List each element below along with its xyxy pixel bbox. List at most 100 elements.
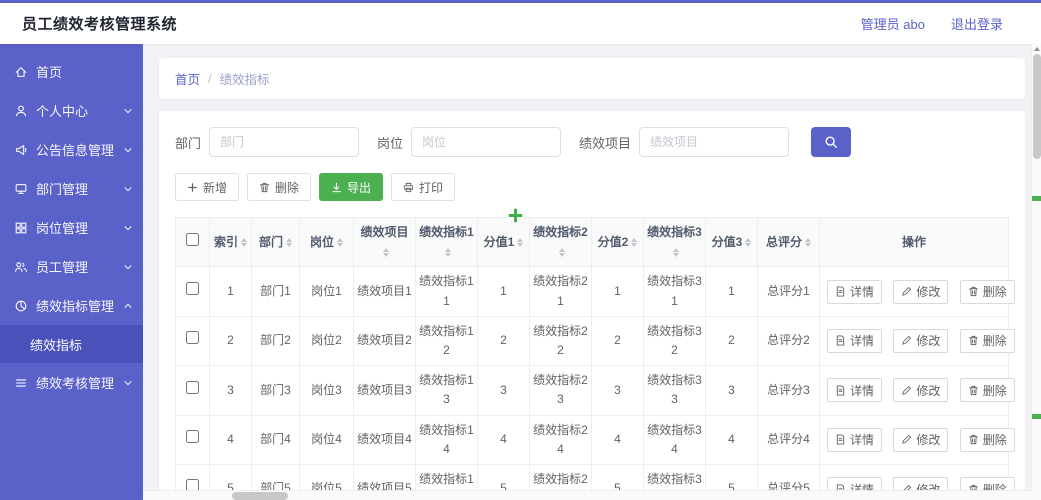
cell-indicator3: 绩效指标34 xyxy=(643,414,706,465)
select-all-checkbox[interactable] xyxy=(186,232,199,246)
row-checkbox[interactable] xyxy=(186,430,199,444)
detail-button[interactable]: 详情 xyxy=(827,279,883,304)
sidebar-item-performance-indicators[interactable]: 绩效指标管理 xyxy=(0,286,143,325)
sort-icon[interactable] xyxy=(745,237,752,247)
sidebar-item-employees[interactable]: 员工管理 xyxy=(0,247,143,286)
delete-button[interactable]: 删除 xyxy=(247,173,312,201)
home-icon xyxy=(15,66,27,77)
header-user[interactable]: 管理员 abo xyxy=(861,14,925,33)
breadcrumb-home[interactable]: 首页 xyxy=(175,69,200,88)
chart-icon xyxy=(15,300,27,311)
cell-post: 岗位3 xyxy=(299,365,354,416)
header-label: 绩效项目 xyxy=(360,225,409,239)
pencil-icon xyxy=(902,286,912,296)
detail-button[interactable]: 详情 xyxy=(827,378,883,403)
sidebar-item-label: 首页 xyxy=(36,65,63,80)
cell-dept: 部门1 xyxy=(251,266,300,317)
sort-icon[interactable] xyxy=(383,247,389,257)
cell-score2: 2 xyxy=(591,315,644,367)
sort-icon[interactable] xyxy=(805,237,811,247)
header-project: 绩效项目 xyxy=(353,216,416,268)
header-index: 索引 xyxy=(209,216,252,268)
chevron-up-icon xyxy=(124,303,132,308)
row-checkbox[interactable] xyxy=(186,380,199,394)
sort-icon[interactable] xyxy=(673,247,679,257)
print-button-label: 打印 xyxy=(419,180,444,195)
logout-link[interactable]: 退出登录 xyxy=(951,14,1003,33)
sidebar-item-performance-assessment[interactable]: 绩效考核管理 xyxy=(0,363,143,402)
sort-icon[interactable] xyxy=(559,247,565,257)
cell-score3: 1 xyxy=(705,266,758,317)
project-input[interactable] xyxy=(639,127,790,157)
edit-button[interactable]: 修改 xyxy=(893,328,949,353)
cell-score2: 1 xyxy=(591,266,644,317)
sidebar-item-positions[interactable]: 岗位管理 xyxy=(0,208,143,247)
sidebar-item-label: 个人中心 xyxy=(36,104,89,119)
edit-button[interactable]: 修改 xyxy=(893,427,949,452)
header-indicator2: 绩效指标2 xyxy=(529,216,592,268)
delete-row-button[interactable]: 删除 xyxy=(959,427,1015,452)
breadcrumb-current: 绩效指标 xyxy=(219,73,270,87)
checkbox-cell xyxy=(175,365,210,416)
vertical-scroll-thumb[interactable] xyxy=(1033,54,1041,159)
row-checkbox[interactable] xyxy=(186,331,199,345)
actions-cell: 详情 修改 删除 xyxy=(819,266,1015,317)
cell-project: 绩效项目2 xyxy=(353,315,416,367)
print-button[interactable]: 打印 xyxy=(391,173,456,201)
header-post: 岗位 xyxy=(299,216,354,268)
search-button[interactable] xyxy=(811,127,852,157)
header-actions: 操作 xyxy=(819,216,1009,268)
sidebar-item-announcements[interactable]: 公告信息管理 xyxy=(0,130,143,169)
sort-icon[interactable] xyxy=(286,237,292,247)
trash-icon xyxy=(259,182,270,192)
app-header: 员工绩效考核管理系统 管理员 abo 退出登录 xyxy=(0,3,1041,44)
trash-icon xyxy=(969,385,978,395)
sort-icon[interactable] xyxy=(631,237,638,247)
add-button[interactable]: 新增 xyxy=(175,173,240,201)
breadcrumb: 首页 / 绩效指标 xyxy=(159,58,1025,99)
sidebar-item-home[interactable]: 首页 xyxy=(0,52,143,91)
post-input[interactable] xyxy=(411,127,562,157)
header-score3: 分值3 xyxy=(705,216,758,268)
sort-icon[interactable] xyxy=(337,237,343,247)
horizontal-scroll-thumb[interactable] xyxy=(232,492,288,500)
row-checkbox[interactable] xyxy=(186,281,199,295)
sidebar-subitem-performance-indicator[interactable]: 绩效指标 xyxy=(0,325,143,363)
pencil-icon xyxy=(902,336,912,346)
dept-input[interactable] xyxy=(209,127,360,157)
department-icon xyxy=(15,183,27,194)
cell-score2: 4 xyxy=(591,414,644,465)
delete-row-button[interactable]: 删除 xyxy=(959,378,1015,403)
edit-button[interactable]: 修改 xyxy=(893,378,949,403)
cell-score3: 3 xyxy=(705,365,758,416)
detail-button[interactable]: 详情 xyxy=(827,328,883,353)
detail-button[interactable]: 详情 xyxy=(827,427,883,452)
cell-indicator1: 绩效指标11 xyxy=(415,266,478,317)
scroll-up-arrow-icon[interactable] xyxy=(1034,47,1040,51)
detail-button-label: 详情 xyxy=(850,433,875,448)
sidebar-item-departments[interactable]: 部门管理 xyxy=(0,169,143,208)
edit-button[interactable]: 修改 xyxy=(893,279,949,304)
document-icon xyxy=(836,434,845,445)
delete-row-button[interactable]: 删除 xyxy=(959,279,1015,304)
cell-score1: 2 xyxy=(477,315,530,367)
sort-icon[interactable] xyxy=(241,237,247,247)
export-button[interactable]: 导出 xyxy=(319,173,384,201)
cell-index: 4 xyxy=(209,414,252,465)
trash-icon xyxy=(969,435,978,445)
sort-icon[interactable] xyxy=(517,237,524,247)
cell-score1: 1 xyxy=(477,266,530,317)
horizontal-scrollbar[interactable] xyxy=(143,490,1031,500)
sidebar-item-profile[interactable]: 个人中心 xyxy=(0,91,143,130)
vertical-scrollbar[interactable] xyxy=(1031,44,1041,500)
header-label: 分值1 xyxy=(483,234,515,249)
table-row: 4 部门4 岗位4 绩效项目4 绩效指标14 4 绩效指标24 4 绩效指标34… xyxy=(175,414,1015,465)
sidebar-item-label: 公告信息管理 xyxy=(36,143,115,158)
delete-row-button[interactable]: 删除 xyxy=(959,328,1015,353)
cell-score3: 4 xyxy=(705,414,758,465)
download-icon xyxy=(332,182,341,192)
detail-button-label: 详情 xyxy=(850,383,875,398)
list-icon xyxy=(16,378,26,387)
sort-icon[interactable] xyxy=(445,247,451,257)
chevron-down-icon xyxy=(124,147,132,152)
